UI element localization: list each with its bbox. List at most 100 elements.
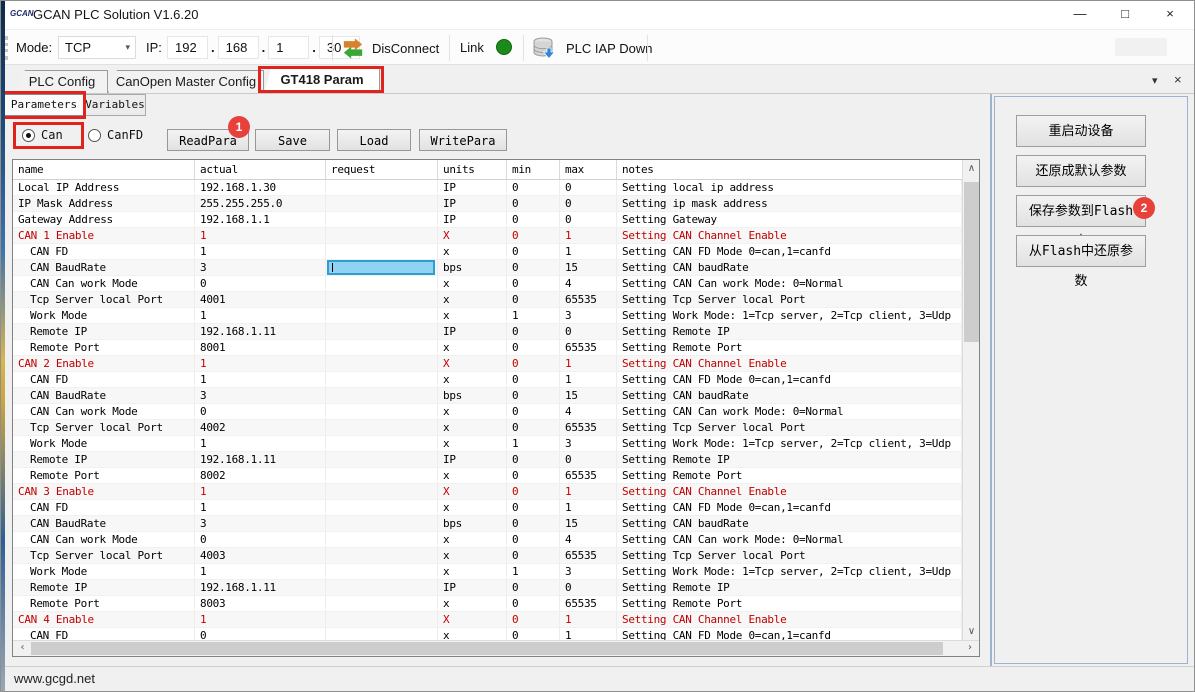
subtab-parameters[interactable]: Parameters: [4, 94, 84, 116]
cell-request[interactable]: [326, 276, 438, 291]
cell-units: bps: [438, 388, 507, 403]
cell-max: 4: [560, 276, 617, 291]
subtab-variables[interactable]: Variables: [84, 94, 146, 116]
cell-request[interactable]: [326, 212, 438, 227]
cell-units: bps: [438, 260, 507, 275]
cell-name: CAN FD: [13, 628, 195, 640]
column-header-max[interactable]: max: [560, 160, 617, 179]
radio-canfd[interactable]: CanFD: [88, 128, 143, 142]
load-button[interactable]: Load: [337, 129, 411, 151]
cell-max: 65535: [560, 548, 617, 563]
restore-default-params-button[interactable]: 还原成默认参数: [1016, 155, 1146, 187]
column-header-units[interactable]: units: [438, 160, 507, 179]
cell-actual: 1: [195, 244, 326, 259]
disconnect-button[interactable]: DisConnect: [342, 34, 439, 62]
cell-request[interactable]: [326, 436, 438, 451]
table-row: CAN 4 Enable1X01Setting CAN Channel Enab…: [13, 612, 962, 628]
cell-notes: Setting CAN Can work Mode: 0=Normal: [617, 404, 962, 419]
tab-gt418-param[interactable]: GT418 Param: [264, 66, 380, 93]
cell-request[interactable]: [326, 180, 438, 195]
plc-iap-down-button[interactable]: PLC IAP Down: [532, 34, 652, 62]
cell-request[interactable]: [326, 356, 438, 371]
cell-min: 0: [507, 484, 560, 499]
cell-request[interactable]: [326, 548, 438, 563]
restart-device-button[interactable]: 重启动设备: [1016, 115, 1146, 147]
horizontal-scrollbar[interactable]: ‹ ›: [13, 640, 979, 656]
cell-request[interactable]: [326, 372, 438, 387]
ip-octet-1[interactable]: 192: [167, 36, 208, 59]
column-header-name[interactable]: name: [13, 160, 195, 179]
cell-request[interactable]: [326, 244, 438, 259]
radio-can[interactable]: Can: [22, 128, 63, 142]
scroll-up-icon[interactable]: ∧: [964, 163, 979, 174]
save-button[interactable]: Save: [255, 129, 330, 151]
database-download-icon: [532, 37, 558, 60]
horizontal-scroll-thumb[interactable]: [31, 642, 943, 655]
mode-select[interactable]: TCP ▾: [58, 36, 136, 59]
cell-min: 1: [507, 308, 560, 323]
column-header-notes[interactable]: notes: [617, 160, 962, 179]
tab-overflow-icon[interactable]: ▾: [1152, 74, 1158, 87]
cell-request[interactable]: [326, 628, 438, 640]
tab-close-icon[interactable]: ×: [1174, 72, 1182, 87]
cell-request[interactable]: [326, 516, 438, 531]
desktop-strip-left: [1, 1, 5, 692]
table-row: CAN BaudRate3bps015Setting CAN baudRate: [13, 260, 962, 276]
ip-octet-3[interactable]: 1: [268, 36, 309, 59]
cell-request[interactable]: [326, 468, 438, 483]
cell-request[interactable]: [326, 228, 438, 243]
cell-name: CAN Can work Mode: [13, 532, 195, 547]
column-header-actual[interactable]: actual: [195, 160, 326, 179]
column-header-request[interactable]: request: [326, 160, 438, 179]
cell-request[interactable]: [326, 340, 438, 355]
cell-request[interactable]: [326, 308, 438, 323]
cell-name: CAN BaudRate: [13, 388, 195, 403]
request-edit-input[interactable]: [327, 260, 435, 275]
cell-notes: Setting Work Mode: 1=Tcp server, 2=Tcp c…: [617, 436, 962, 451]
vertical-scrollbar[interactable]: ∧ ∨: [962, 160, 979, 640]
cell-request[interactable]: [326, 580, 438, 595]
cell-request[interactable]: [326, 500, 438, 515]
cell-name: CAN 1 Enable: [13, 228, 195, 243]
scroll-right-icon[interactable]: ›: [964, 642, 976, 653]
cell-request[interactable]: [326, 452, 438, 467]
vertical-scroll-thumb[interactable]: [964, 182, 979, 342]
writepara-button[interactable]: WritePara: [419, 129, 507, 151]
cell-request[interactable]: [326, 260, 438, 275]
cell-request[interactable]: [326, 612, 438, 627]
ip-octet-2[interactable]: 168: [218, 36, 259, 59]
maximize-button[interactable]: □: [1103, 1, 1147, 29]
cell-actual: 4003: [195, 548, 326, 563]
minimize-button[interactable]: —: [1058, 1, 1102, 29]
close-button[interactable]: ×: [1148, 1, 1192, 29]
cell-request[interactable]: [326, 324, 438, 339]
cell-units: x: [438, 596, 507, 611]
cell-request[interactable]: [326, 292, 438, 307]
cell-request[interactable]: [326, 404, 438, 419]
cell-request[interactable]: [326, 420, 438, 435]
cell-notes: Setting Tcp Server local Port: [617, 420, 962, 435]
scroll-down-icon[interactable]: ∨: [964, 626, 979, 637]
cell-request[interactable]: [326, 596, 438, 611]
cell-request[interactable]: [326, 532, 438, 547]
step-2-badge: 2: [1133, 197, 1155, 219]
tab-plc-config[interactable]: PLC Config: [16, 70, 108, 93]
cell-actual: 1: [195, 484, 326, 499]
cell-request[interactable]: [326, 388, 438, 403]
restore-params-from-flash-button[interactable]: 从Flash中还原参数: [1016, 235, 1146, 267]
cell-actual: 1: [195, 308, 326, 323]
cell-actual: 192.168.1.11: [195, 324, 326, 339]
toolbar-grip[interactable]: [5, 36, 8, 60]
cell-actual: 255.255.255.0: [195, 196, 326, 211]
cell-units: X: [438, 484, 507, 499]
column-header-min[interactable]: min: [507, 160, 560, 179]
cell-name: CAN BaudRate: [13, 260, 195, 275]
cell-request[interactable]: [326, 564, 438, 579]
scroll-left-icon[interactable]: ‹: [15, 642, 30, 653]
cell-min: 1: [507, 564, 560, 579]
save-params-to-flash-button[interactable]: 保存参数到Flash中: [1016, 195, 1146, 227]
cell-request[interactable]: [326, 196, 438, 211]
cell-request[interactable]: [326, 484, 438, 499]
cell-name: CAN FD: [13, 500, 195, 515]
tab-canopen-master-config[interactable]: CanOpen Master Config: [108, 70, 264, 93]
